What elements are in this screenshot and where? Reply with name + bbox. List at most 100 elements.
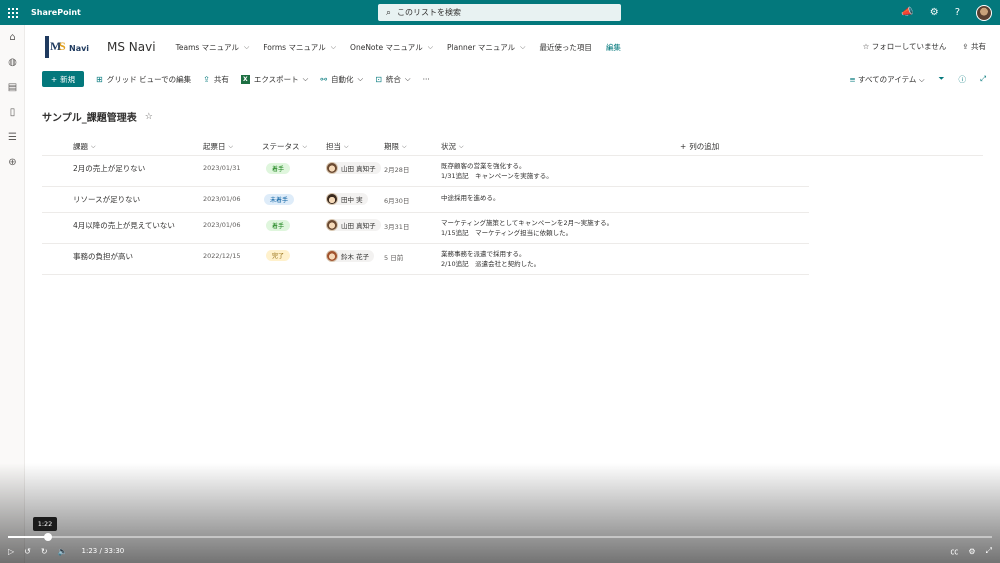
cell-issue[interactable]: 事務の負担が高い: [73, 251, 133, 262]
nav-item-teams[interactable]: Teams マニュアル ⌵: [176, 42, 250, 53]
share-icon: ⇪: [962, 42, 971, 51]
chevron-down-icon: ⌵: [302, 142, 308, 150]
list-icon[interactable]: ☰: [0, 125, 25, 150]
column-header-note[interactable]: 状況 ⌵: [441, 141, 464, 152]
info-icon[interactable]: ⓘ: [959, 74, 967, 85]
cell-due: 2月28日: [384, 166, 410, 174]
cell-issue[interactable]: 2月の売上が足りない: [73, 163, 145, 174]
captions-icon[interactable]: ㏄: [950, 546, 958, 557]
volume-icon[interactable]: 🔈: [58, 547, 68, 556]
globe-icon[interactable]: ◍: [0, 50, 25, 75]
cell-due: 5 日前: [384, 254, 404, 262]
chevron-down-icon: ⌵: [330, 42, 337, 51]
cell-date: 2023/01/06: [203, 221, 241, 229]
chevron-down-icon: ⌵: [243, 42, 250, 51]
settings-icon[interactable]: ⚙: [968, 547, 975, 556]
automate-button[interactable]: ⚯ 自動化 ⌵: [320, 74, 363, 85]
nav-item-planner[interactable]: Planner マニュアル ⌵: [447, 42, 525, 53]
cell-issue[interactable]: 4月以降の売上が見えていない: [73, 220, 175, 231]
cell-note: 中途採用を進める。: [441, 194, 500, 202]
chevron-down-icon: ⌵: [357, 74, 364, 83]
seek-bar-fill: [8, 536, 49, 538]
follow-button[interactable]: ☆ フォローしていません: [863, 41, 947, 52]
file-icon[interactable]: ▯: [0, 100, 25, 125]
account-avatar[interactable]: [976, 4, 992, 21]
view-selector[interactable]: ≡ すべてのアイテム ⌵: [849, 74, 924, 85]
status-badge: 着手: [266, 163, 291, 174]
cell-note: マーケティング施策としてキャンペーンを2月～実施する。 1/15追記 マーケティン…: [441, 219, 614, 237]
avatar: [326, 162, 338, 174]
owner-persona[interactable]: 鈴木 花子: [326, 250, 375, 262]
site-header: M S Navi MS Navi Teams マニュアル ⌵ Forms マニュア…: [25, 25, 1000, 69]
command-bar: + 新規 ⊞ グリッド ビューでの編集 ⇪ 共有 X エクスポート ⌵ ⚯ 自動化 ⌵ ⊡ 統…: [25, 69, 1000, 89]
plus-icon: +: [50, 74, 58, 84]
view-icon: ≡: [849, 74, 858, 84]
search-icon: ⌕: [386, 7, 392, 18]
chevron-down-icon: ⌵: [427, 42, 434, 51]
add-column-button[interactable]: + 列の追加: [680, 141, 719, 152]
avatar: [326, 250, 338, 262]
plus-icon: +: [680, 142, 687, 151]
site-title[interactable]: MS Navi: [107, 40, 156, 54]
video-controls: ▷ ↺ ↻ 🔈 1:23 / 33:30: [8, 544, 124, 558]
share-list-button[interactable]: ⇪ 共有: [203, 74, 229, 85]
column-header-due[interactable]: 期限 ⌵: [384, 141, 407, 152]
avatar: [326, 193, 338, 205]
nav-item-recent[interactable]: 最近使った項目: [539, 42, 592, 53]
export-button[interactable]: X エクスポート ⌵: [240, 74, 308, 85]
nav-item-forms[interactable]: Forms マニュアル ⌵: [263, 42, 336, 53]
filter-icon[interactable]: ⏷: [939, 74, 945, 84]
table-row[interactable]: 4月以降の売上が見えていない 2023/01/06 着手 山田 真知子 3月31…: [42, 213, 809, 244]
cell-due: 3月31日: [384, 223, 410, 231]
table-row[interactable]: 2月の売上が足りない 2023/01/31 着手 山田 真知子 2月28日 既存…: [42, 157, 809, 187]
waffle-icon[interactable]: [0, 0, 25, 25]
integrate-button[interactable]: ⊡ 統合 ⌵: [375, 74, 410, 85]
home-icon[interactable]: ⌂: [0, 25, 25, 50]
grid-edit-button[interactable]: ⊞ グリッド ビューでの編集: [96, 74, 191, 85]
column-header-owner[interactable]: 担当 ⌵: [326, 141, 349, 152]
new-button[interactable]: + 新規: [42, 71, 84, 87]
chevron-down-icon: ⌵: [91, 142, 96, 150]
expand-icon[interactable]: ⤢: [980, 74, 986, 84]
chevron-down-icon: ⌵: [344, 142, 349, 150]
video-controls-right: ㏄ ⚙ ⤢: [950, 544, 992, 558]
owner-persona[interactable]: 田中 実: [326, 193, 368, 205]
cell-issue[interactable]: リソースが足りない: [73, 194, 140, 205]
logo-navi: Navi: [69, 44, 90, 53]
flow-icon: ⚯: [320, 74, 328, 84]
site-logo[interactable]: M S Navi: [43, 34, 91, 60]
fullscreen-icon[interactable]: ⤢: [986, 546, 992, 556]
column-header-date[interactable]: 起票日 ⌵: [203, 141, 233, 152]
cell-note: 業務事務を派遣で採用する。 2/10追記 派遣会社と契約した。: [441, 250, 541, 268]
share-icon: ⇪: [203, 74, 210, 84]
column-header-status[interactable]: ステータス ⌵: [262, 141, 307, 152]
table-row[interactable]: リソースが足りない 2023/01/06 未着手 田中 実 6月30日 中途採用…: [42, 187, 809, 213]
status-badge: 着手: [266, 220, 291, 231]
news-icon[interactable]: ▤: [0, 75, 25, 100]
add-icon[interactable]: ⊕: [0, 150, 25, 175]
chevron-down-icon: ⌵: [404, 74, 411, 83]
owner-persona[interactable]: 山田 真知子: [326, 162, 381, 174]
help-icon[interactable]: ?: [955, 7, 960, 18]
search-input[interactable]: ⌕ このリストを検索: [378, 4, 621, 21]
rewind-icon[interactable]: ↺: [24, 547, 31, 556]
play-icon[interactable]: ▷: [8, 547, 14, 556]
seek-bar[interactable]: [8, 533, 992, 541]
megaphone-icon[interactable]: 📣: [901, 7, 913, 18]
edit-nav-link[interactable]: 編集: [606, 42, 621, 53]
share-button[interactable]: ⇪ 共有: [962, 41, 986, 52]
list-title-text: サンプル_課題管理表: [42, 113, 137, 124]
chevron-down-icon: ⌵: [520, 42, 526, 51]
nav-item-onenote[interactable]: OneNote マニュアル ⌵: [350, 42, 433, 53]
column-header-issue[interactable]: 課題 ⌵: [73, 141, 96, 152]
table-row[interactable]: 事務の負担が高い 2022/12/15 完了 鈴木 花子 5 日前 業務事務を派…: [42, 244, 809, 275]
star-icon[interactable]: ☆: [145, 112, 153, 122]
status-badge: 未着手: [264, 194, 295, 205]
gear-icon[interactable]: ⚙: [930, 7, 939, 18]
forward-icon[interactable]: ↻: [41, 547, 48, 556]
more-button[interactable]: ···: [423, 75, 430, 84]
cell-date: 2022/12/15: [203, 252, 241, 260]
owner-persona[interactable]: 山田 真知子: [326, 219, 381, 231]
table-header: 課題 ⌵ 起票日 ⌵ ステータス ⌵ 担当 ⌵ 期限 ⌵ 状況 ⌵ + 列の追加: [42, 136, 983, 156]
app-brand[interactable]: SharePoint: [31, 8, 81, 17]
